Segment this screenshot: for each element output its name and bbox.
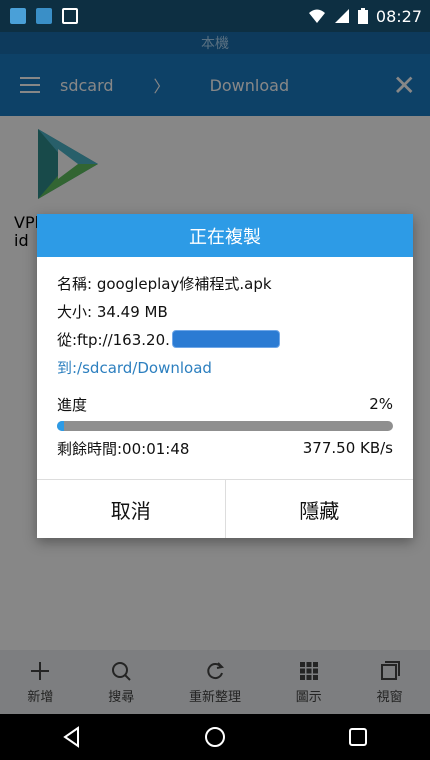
source-text: 從:ftp://163.20. [57, 330, 170, 349]
copy-progress-dialog: 正在複製 名稱: googleplay修補程式.apk 大小: 34.49 MB… [37, 214, 413, 538]
status-bar: 08:27 [0, 0, 430, 32]
redaction-mask [171, 330, 280, 348]
signal-icon [334, 9, 349, 23]
remaining-time: 剩餘時間:00:01:48 [57, 439, 190, 458]
app-notification-icon [10, 8, 26, 24]
file-size-row: 大小: 34.49 MB [57, 302, 168, 321]
file-name-row: 名稱: googleplay修補程式.apk [57, 274, 272, 293]
back-icon[interactable] [60, 725, 84, 749]
copy-notification-icon [36, 8, 52, 24]
battery-icon [357, 8, 368, 24]
dialog-title: 正在複製 [37, 214, 413, 257]
system-nav-bar [0, 714, 430, 760]
destination-row[interactable]: 到:/sdcard/Download [57, 353, 393, 381]
hide-button[interactable]: 隱藏 [224, 480, 414, 538]
source-row: 從:ftp://163.20. [57, 325, 393, 353]
progress-label: 進度 [57, 395, 88, 414]
recents-icon[interactable] [346, 725, 370, 749]
dialog-actions: 取消 隱藏 [37, 479, 413, 538]
progress-bar [57, 421, 393, 431]
progress-fill [57, 421, 64, 431]
cancel-button[interactable]: 取消 [37, 480, 225, 538]
clock: 08:27 [375, 6, 422, 26]
progress-percent: 2% [369, 395, 393, 413]
image-notification-icon [62, 8, 78, 24]
wifi-icon [308, 9, 325, 23]
home-icon[interactable] [203, 725, 227, 749]
transfer-speed: 377.50 KB/s [302, 439, 393, 457]
